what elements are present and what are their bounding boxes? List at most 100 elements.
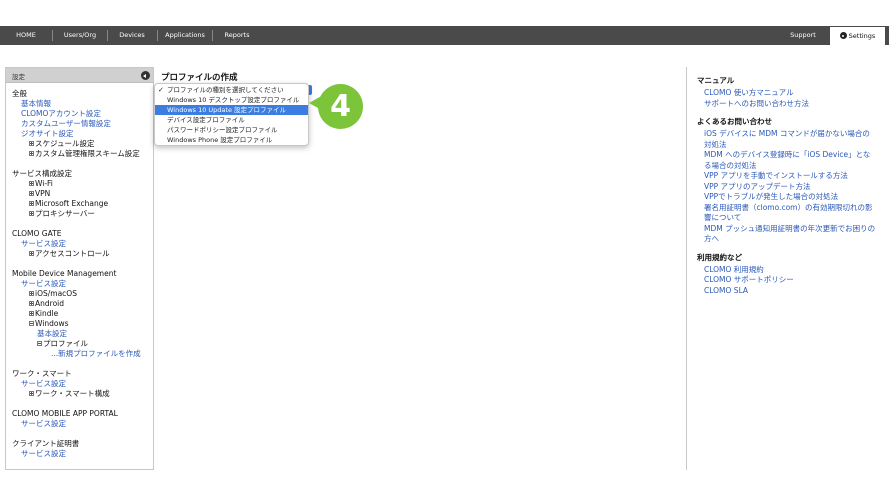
help-link[interactable]: MDM プッシュ通知用証明書の年次更新でお困りの方へ — [697, 224, 877, 245]
expand-icon[interactable] — [29, 391, 34, 396]
nav-separator — [157, 30, 158, 41]
dropdown-option[interactable]: ✓ プロファイルの種別を選択してください — [155, 85, 308, 95]
nav-reports[interactable]: Reports — [215, 26, 259, 45]
help-link[interactable]: VPP アプリを手動でインストールする方法 — [697, 171, 877, 182]
sidebar-item-label: サービス設定 — [21, 239, 66, 248]
sidebar-item-label: スケジュール設定 — [35, 139, 95, 148]
sidebar-item-label: プロファイル — [43, 339, 88, 348]
help-panel: マニュアル CLOMO 使い方マニュアル サポートへのお問い合わせ方法 よくあるお問い… — [686, 67, 881, 470]
sidebar-link[interactable]: CLOMOアカウント設定 — [12, 109, 153, 119]
help-link[interactable]: CLOMO 利用規約 — [697, 265, 877, 276]
help-link[interactable]: 署名用証明書（clomo.com）の有効期限切れの影響について — [697, 203, 877, 224]
sidebar-item-label: Android — [35, 299, 64, 308]
sidebar-item-label: サービス設定 — [21, 379, 66, 388]
help-link[interactable]: サポートへのお問い合わせ方法 — [697, 99, 877, 110]
expand-icon[interactable] — [29, 201, 34, 206]
sidebar-link[interactable]: サービス設定 — [12, 379, 153, 389]
expand-icon[interactable] — [29, 211, 34, 216]
dropdown-option-label: パスワードポリシー設定プロファイル — [167, 126, 278, 134]
sidebar-item-label: Kindle — [35, 309, 59, 318]
nav-users-org[interactable]: Users/Org — [56, 26, 104, 45]
top-navbar: HOME Users/Org Devices Applications Repo… — [0, 26, 889, 45]
sidebar-tree-node[interactable]: Microsoft Exchange — [12, 199, 153, 209]
sidebar-header: 設定 — [6, 68, 153, 83]
page-title: プロファイルの作成 — [161, 73, 238, 83]
sidebar-item-label: プロキシサーバー — [35, 209, 95, 218]
sidebar-link[interactable]: ジオサイト設定 — [12, 129, 153, 139]
expand-icon[interactable] — [29, 251, 34, 256]
help-link[interactable]: CLOMO SLA — [697, 286, 877, 297]
expand-icon[interactable] — [29, 141, 34, 146]
help-group: マニュアル CLOMO 使い方マニュアル サポートへのお問い合わせ方法 — [697, 76, 881, 109]
sidebar-item-label: サービス設定 — [21, 279, 66, 288]
help-link[interactable]: MDM へのデバイス登録時に「iOS Device」となる場合の対処法 — [697, 150, 877, 171]
nav-separator — [212, 30, 213, 41]
dropdown-option[interactable]: Windows 10 Update 設定プロファイル — [155, 105, 308, 115]
help-link[interactable]: iOS デバイスに MDM コマンドが届かない場合の対処法 — [697, 129, 877, 150]
sidebar-link[interactable]: 基本情報 — [12, 99, 153, 109]
sidebar-tree-node[interactable]: Kindle — [12, 309, 153, 319]
sidebar-tree-node[interactable]: アクセスコントロール — [12, 249, 153, 259]
sidebar-section-title: CLOMO GATE — [12, 229, 62, 238]
sidebar-section: クライアント証明書 サービス設定 — [12, 439, 153, 459]
sidebar-tree-node[interactable]: プロファイル — [12, 339, 153, 349]
dropdown-option[interactable]: Windows 10 デスクトップ設定プロファイル — [155, 95, 308, 105]
sidebar-section-title: ワーク・スマート — [12, 369, 72, 378]
sidebar-tree-node[interactable]: Wi-Fi — [12, 179, 153, 189]
sidebar-tree-node[interactable]: ワーク・スマート構成 — [12, 389, 153, 399]
nav-settings[interactable]: Settings — [829, 26, 886, 45]
sidebar-link[interactable]: 基本設定 — [12, 329, 153, 339]
sidebar-item-label: Wi-Fi — [35, 179, 53, 188]
sidebar-link[interactable]: サービス設定 — [12, 419, 153, 429]
sidebar-item-label: カスタム管理権限スキーム設定 — [35, 149, 140, 158]
nav-devices[interactable]: Devices — [110, 26, 154, 45]
sidebar-tree-node[interactable]: Android — [12, 299, 153, 309]
dropdown-option[interactable]: パスワードポリシー設定プロファイル — [155, 125, 308, 135]
help-link[interactable]: VPP アプリのアップデート方法 — [697, 182, 877, 193]
sidebar-link[interactable]: ...新規プロファイルを作成 — [12, 349, 153, 359]
sidebar-section-title: クライアント証明書 — [12, 439, 80, 448]
help-link[interactable]: CLOMO 使い方マニュアル — [697, 88, 877, 99]
sidebar-tree-node[interactable]: Windows — [12, 319, 153, 329]
sidebar-link[interactable]: サービス設定 — [12, 279, 153, 289]
sidebar-link[interactable]: サービス設定 — [12, 239, 153, 249]
nav-applications[interactable]: Applications — [160, 26, 210, 45]
sidebar-section-title: 全般 — [12, 89, 27, 98]
nav-home[interactable]: HOME — [6, 26, 46, 45]
expand-icon[interactable] — [29, 181, 34, 186]
sidebar-item-label: サービス設定 — [21, 449, 66, 458]
expand-icon[interactable] — [29, 191, 34, 196]
expand-icon[interactable] — [29, 301, 34, 306]
dropdown-option[interactable]: Windows Phone 設定プロファイル — [155, 135, 308, 145]
sidebar-section: 全般 基本情報 CLOMOアカウント設定 カスタムユーザー情報設定 ジオサイト設定 スケジ… — [12, 89, 153, 159]
dropdown-option[interactable]: デバイス設定プロファイル — [155, 115, 308, 125]
sidebar-tree-node[interactable]: カスタム管理権限スキーム設定 — [12, 149, 153, 159]
expand-icon[interactable] — [29, 311, 34, 316]
dropdown-option-label: デバイス設定プロファイル — [167, 116, 245, 124]
expand-icon[interactable] — [29, 291, 34, 296]
nav-support[interactable]: Support — [780, 26, 826, 45]
help-link[interactable]: VPPでトラブルが発生した場合の対処法 — [697, 192, 877, 203]
sidebar-section: サービス構成設定 Wi-Fi VPN Microsoft Exchange プロキシサー… — [12, 169, 153, 219]
sidebar-tree-node[interactable]: プロキシサーバー — [12, 209, 153, 219]
help-link[interactable]: CLOMO サポートポリシー — [697, 275, 877, 286]
nav-settings-label: Settings — [848, 32, 876, 40]
collapse-icon[interactable] — [29, 321, 34, 326]
sidebar-item-label: ...新規プロファイルを作成 — [51, 349, 141, 358]
expand-icon[interactable] — [29, 151, 34, 156]
dropdown-option-label: プロファイルの種別を選択してください — [167, 86, 284, 94]
help-group-title: 利用規約など — [697, 252, 742, 262]
sidebar-link[interactable]: カスタムユーザー情報設定 — [12, 119, 153, 129]
sidebar-tree-node[interactable]: iOS/macOS — [12, 289, 153, 299]
sidebar-section: Mobile Device Management サービス設定 iOS/macOS A… — [12, 269, 153, 359]
sidebar-section: CLOMO GATE サービス設定 アクセスコントロール — [12, 229, 153, 259]
sidebar-tree-node[interactable]: スケジュール設定 — [12, 139, 153, 149]
sidebar-link[interactable]: サービス設定 — [12, 449, 153, 459]
collapse-icon[interactable] — [37, 341, 42, 346]
sidebar-section: CLOMO MOBILE APP PORTAL サービス設定 — [12, 409, 153, 429]
sidebar-tree-node[interactable]: VPN — [12, 189, 153, 199]
collapse-sidebar-icon[interactable] — [141, 71, 150, 80]
sidebar-tree: 全般 基本情報 CLOMOアカウント設定 カスタムユーザー情報設定 ジオサイト設定 スケジ… — [6, 83, 153, 459]
sidebar-item-label: サービス設定 — [21, 419, 66, 428]
sidebar-item-label: カスタムユーザー情報設定 — [21, 119, 111, 128]
